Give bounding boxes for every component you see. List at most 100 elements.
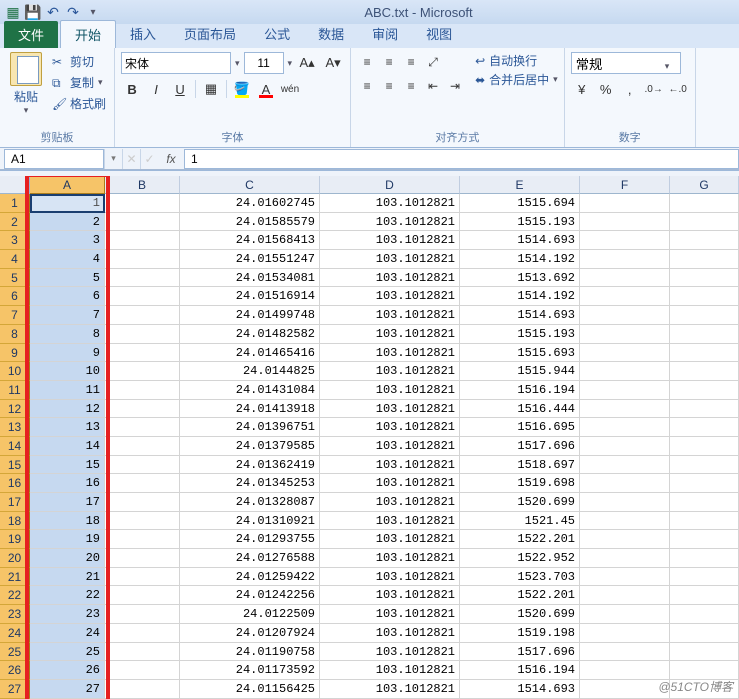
cell[interactable]	[580, 624, 670, 643]
cell[interactable]: 12	[30, 400, 105, 419]
cell[interactable]: 1520.699	[460, 605, 580, 624]
cell[interactable]: 24.0144825	[180, 362, 320, 381]
cell[interactable]: 103.1012821	[320, 325, 460, 344]
italic-button[interactable]: I	[145, 78, 167, 100]
cell[interactable]	[670, 493, 739, 512]
cell[interactable]	[670, 306, 739, 325]
paste-button[interactable]: 粘贴 ▾	[6, 52, 46, 116]
cell[interactable]: 24.01259422	[180, 568, 320, 587]
cell[interactable]	[580, 418, 670, 437]
redo-icon[interactable]: ↷	[64, 3, 82, 21]
percent-button[interactable]: %	[595, 78, 617, 100]
save-icon[interactable]: 💾	[24, 3, 42, 21]
fx-icon[interactable]: fx	[158, 152, 184, 166]
align-left-icon[interactable]: ≡	[357, 76, 377, 96]
cell[interactable]: 1523.703	[460, 568, 580, 587]
cell[interactable]	[670, 437, 739, 456]
tab-0[interactable]: 开始	[60, 20, 116, 48]
cell[interactable]: 24.01207924	[180, 624, 320, 643]
cell[interactable]: 24.01568413	[180, 231, 320, 250]
cell[interactable]: 103.1012821	[320, 643, 460, 662]
cell[interactable]: 1515.694	[460, 194, 580, 213]
font-name-select[interactable]	[121, 52, 231, 74]
cell[interactable]: 1516.194	[460, 381, 580, 400]
cell[interactable]	[105, 418, 180, 437]
cell[interactable]: 3	[30, 231, 105, 250]
cell[interactable]	[105, 493, 180, 512]
cell[interactable]: 103.1012821	[320, 287, 460, 306]
wrap-text-button[interactable]: ↩自动换行	[475, 52, 558, 69]
cell[interactable]	[580, 362, 670, 381]
cell[interactable]: 24.01242256	[180, 586, 320, 605]
file-tab[interactable]: 文件	[4, 21, 58, 48]
orientation-icon[interactable]: ⤢	[423, 52, 443, 72]
decrease-font-icon[interactable]: A▾	[322, 52, 344, 74]
cell[interactable]: 2	[30, 213, 105, 232]
cell[interactable]: 24.01602745	[180, 194, 320, 213]
align-bottom-icon[interactable]: ≡	[401, 52, 421, 72]
row-header[interactable]: 21	[0, 568, 30, 587]
cell[interactable]	[670, 194, 739, 213]
cell[interactable]: 24.01345253	[180, 474, 320, 493]
cell[interactable]: 1516.695	[460, 418, 580, 437]
cell[interactable]: 24.01431084	[180, 381, 320, 400]
tab-1[interactable]: 插入	[116, 20, 170, 48]
cell[interactable]: 4	[30, 250, 105, 269]
cell[interactable]	[670, 586, 739, 605]
cell[interactable]: 103.1012821	[320, 381, 460, 400]
align-middle-icon[interactable]: ≡	[379, 52, 399, 72]
cell[interactable]: 24.0122509	[180, 605, 320, 624]
cell[interactable]: 24	[30, 624, 105, 643]
cell[interactable]	[670, 530, 739, 549]
cell[interactable]	[580, 325, 670, 344]
cell[interactable]: 1522.952	[460, 549, 580, 568]
phonetic-button[interactable]: wén	[279, 78, 301, 100]
bold-button[interactable]: B	[121, 78, 143, 100]
row-header[interactable]: 26	[0, 661, 30, 680]
decrease-decimal-button[interactable]: ←.0	[667, 78, 689, 100]
format-painter-button[interactable]: 🖌格式刷	[50, 94, 108, 113]
cell[interactable]	[105, 250, 180, 269]
cell[interactable]	[105, 680, 180, 699]
cell[interactable]: 103.1012821	[320, 680, 460, 699]
cell[interactable]	[580, 456, 670, 475]
cell[interactable]	[105, 661, 180, 680]
cell[interactable]: 1514.693	[460, 680, 580, 699]
cell[interactable]: 103.1012821	[320, 624, 460, 643]
cell[interactable]: 1518.697	[460, 456, 580, 475]
cell[interactable]	[670, 549, 739, 568]
cell[interactable]	[670, 325, 739, 344]
cell[interactable]: 103.1012821	[320, 213, 460, 232]
cell[interactable]: 24.01551247	[180, 250, 320, 269]
select-all-corner[interactable]	[0, 176, 30, 194]
row-header[interactable]: 16	[0, 474, 30, 493]
font-color-button[interactable]: A	[255, 78, 277, 100]
enter-icon[interactable]: ✓	[140, 149, 158, 169]
cell[interactable]	[670, 474, 739, 493]
cell[interactable]: 103.1012821	[320, 231, 460, 250]
cell[interactable]: 1522.201	[460, 586, 580, 605]
cell[interactable]	[580, 549, 670, 568]
row-header[interactable]: 15	[0, 456, 30, 475]
cell[interactable]: 15	[30, 456, 105, 475]
cell[interactable]	[105, 400, 180, 419]
cell[interactable]: 1	[30, 194, 105, 213]
cell[interactable]: 22	[30, 586, 105, 605]
cell[interactable]: 1520.699	[460, 493, 580, 512]
font-size-select[interactable]	[244, 52, 284, 74]
row-header[interactable]: 12	[0, 400, 30, 419]
cell[interactable]	[580, 586, 670, 605]
cell[interactable]: 1515.693	[460, 344, 580, 363]
cell[interactable]: 103.1012821	[320, 269, 460, 288]
cell[interactable]	[105, 605, 180, 624]
cell[interactable]: 7	[30, 306, 105, 325]
cell[interactable]: 24.01379585	[180, 437, 320, 456]
cell[interactable]	[105, 586, 180, 605]
row-header[interactable]: 14	[0, 437, 30, 456]
row-headers[interactable]: 1234567891011121314151617181920212223242…	[0, 194, 30, 699]
cell[interactable]	[670, 456, 739, 475]
row-header[interactable]: 1	[0, 194, 30, 213]
cell[interactable]	[105, 381, 180, 400]
cell[interactable]: 9	[30, 344, 105, 363]
cell[interactable]: 5	[30, 269, 105, 288]
